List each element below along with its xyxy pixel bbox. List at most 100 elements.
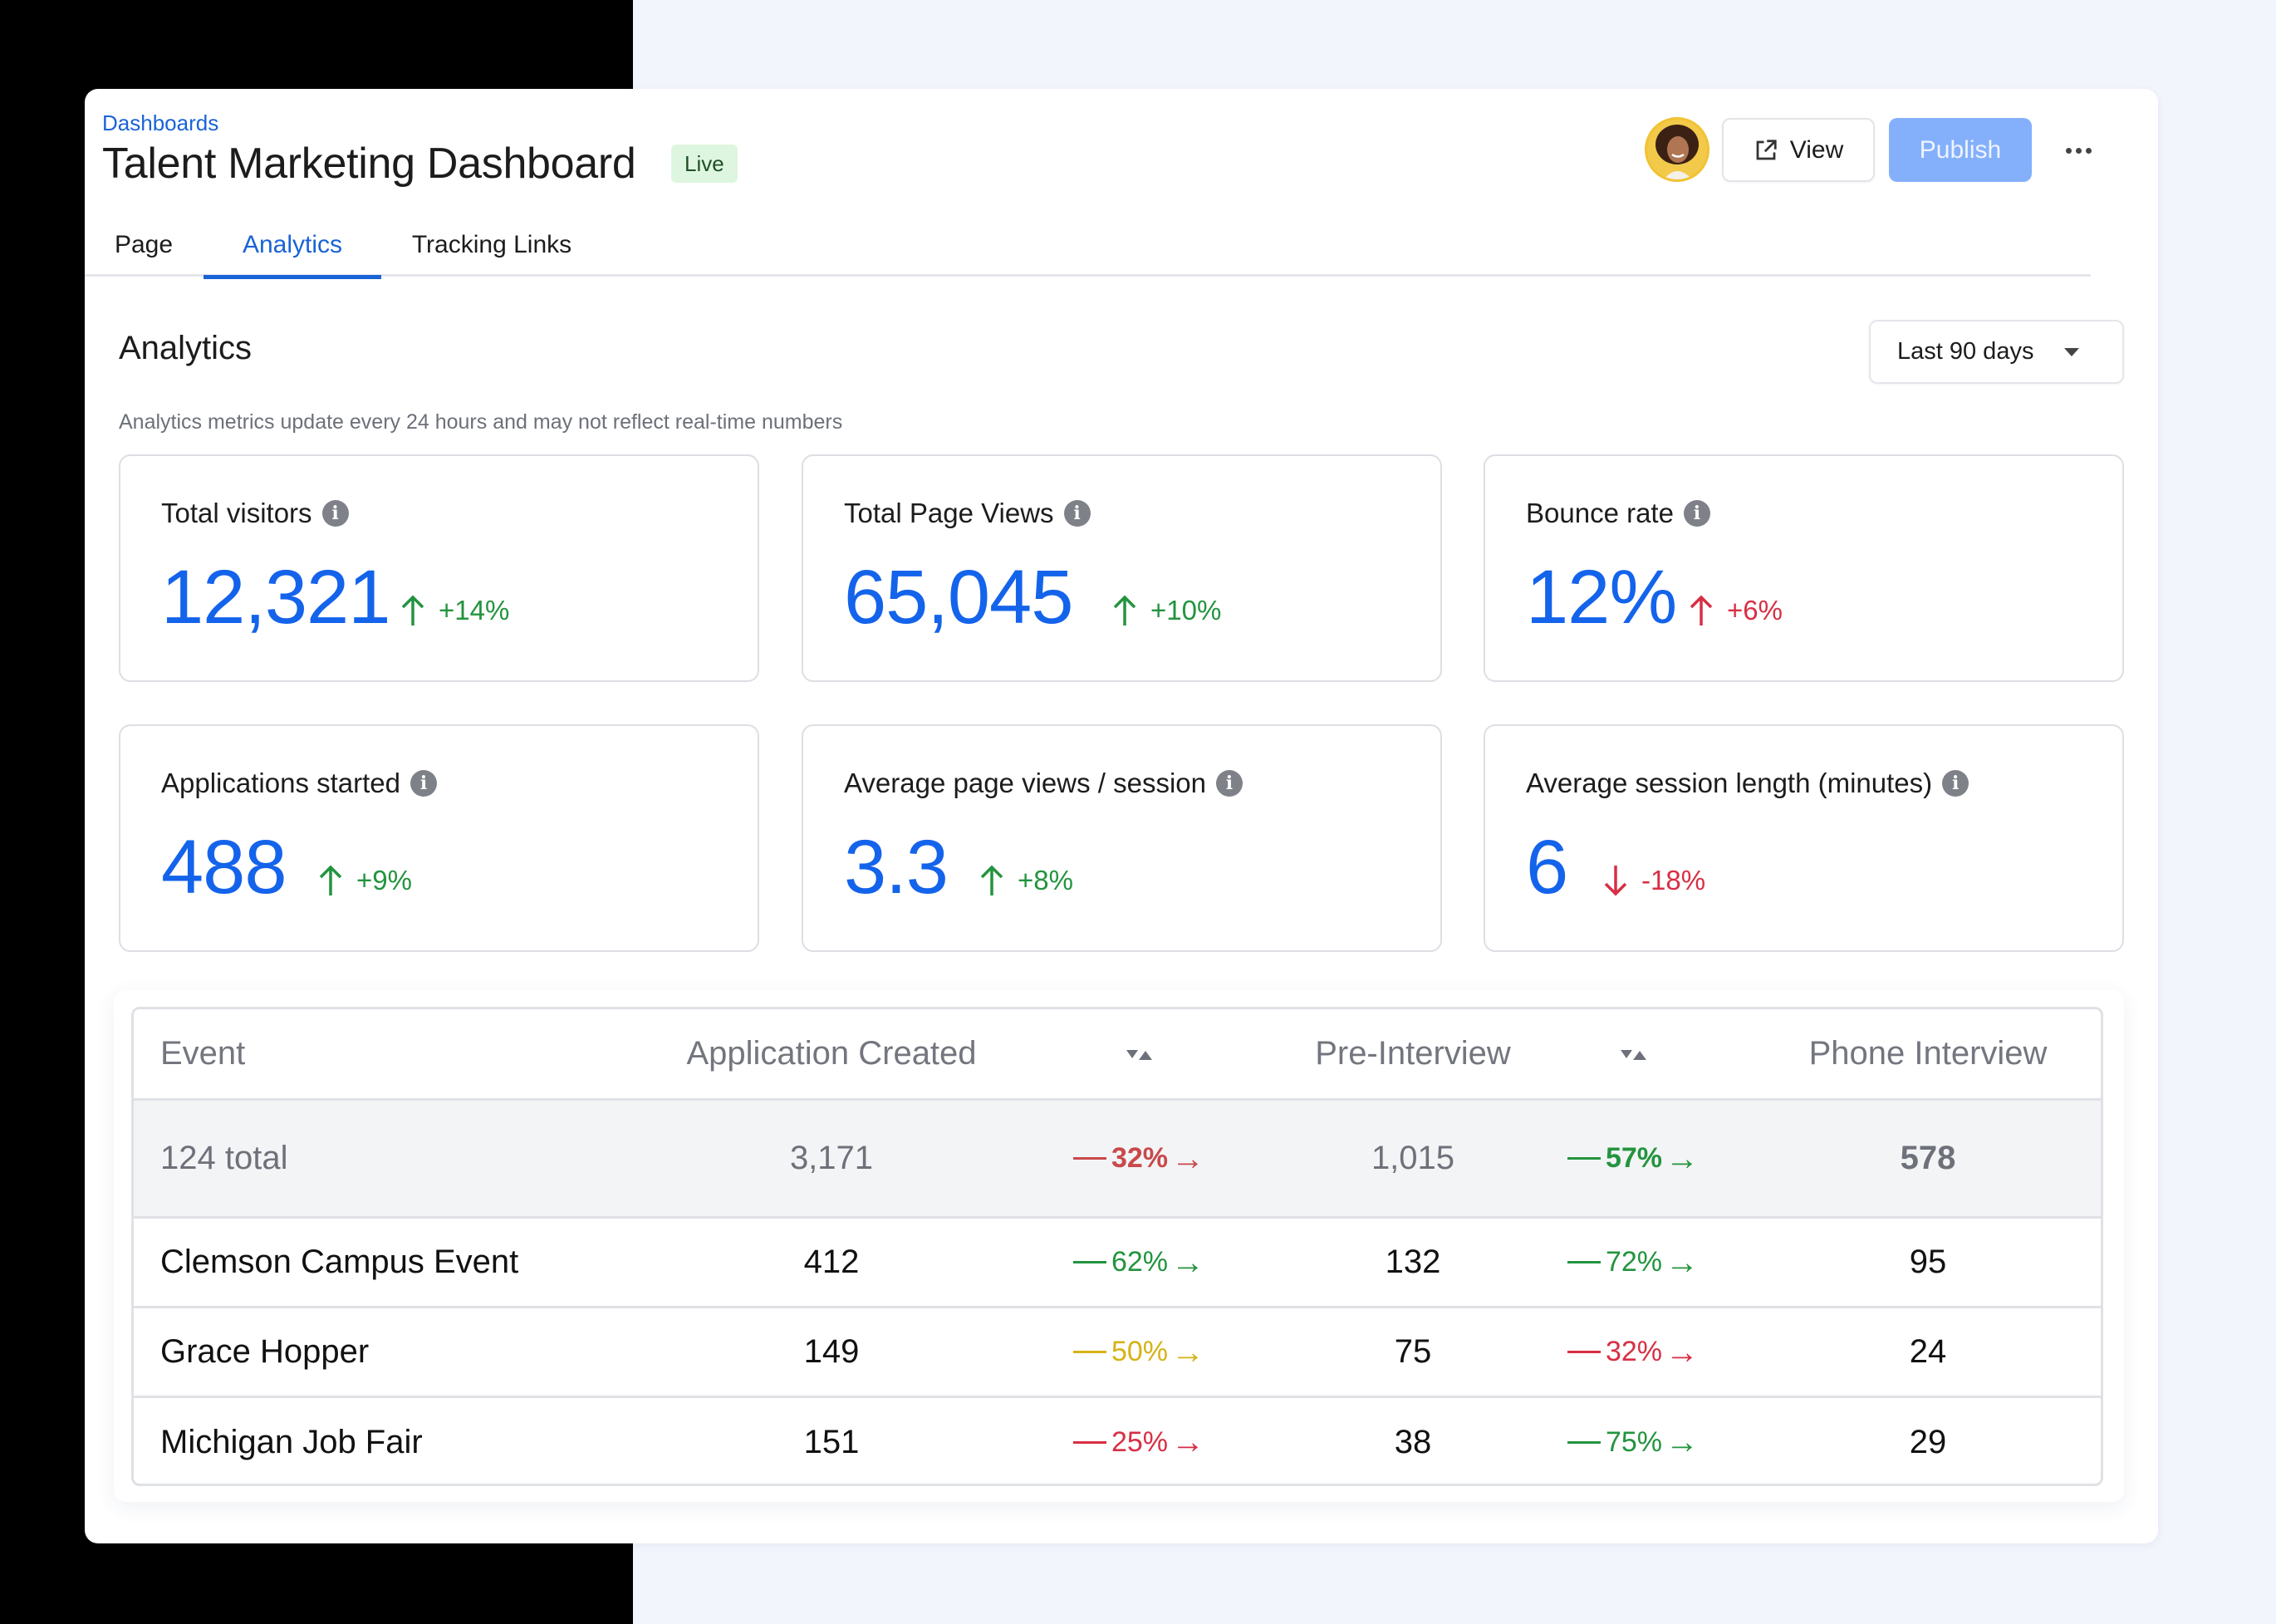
metric-card-avg-session-length: Average session length (minutes) i 6 -18% xyxy=(1484,724,2124,952)
arrow-right-icon: → xyxy=(1171,1424,1205,1460)
metric-delta: +10% xyxy=(1111,594,1221,627)
metric-delta-value: +8% xyxy=(1018,865,1073,895)
metric-value: 6 xyxy=(1526,825,1568,910)
table-row[interactable]: Michigan Job Fair 151 25% → 38 75% → 29 xyxy=(134,1398,2101,1484)
application-created: 149 xyxy=(803,1333,860,1370)
event-name: Grace Hopper xyxy=(160,1333,370,1370)
conversion-1: 62% → xyxy=(1047,1219,1230,1306)
metric-label: Average page views / session xyxy=(844,768,1206,798)
arrow-right-icon: → xyxy=(1665,1140,1700,1177)
conversion-rate: 72% → xyxy=(1567,1246,1699,1279)
avatar-portrait-icon xyxy=(1647,120,1707,179)
more-options-button[interactable] xyxy=(2058,132,2098,169)
table-row[interactable]: Clemson Campus Event 412 62% → 132 72% → 9… xyxy=(134,1219,2101,1308)
column-header-application-created[interactable]: Application Created xyxy=(649,1009,1014,1098)
conversion-1: 25% → xyxy=(1047,1398,1230,1484)
conversion-2: 75% → xyxy=(1542,1398,1724,1484)
application-created: 151 xyxy=(803,1423,860,1460)
metric-delta: +14% xyxy=(399,594,509,627)
event-funnel-panel: Event Application Created Pre-Interview … xyxy=(114,990,2124,1502)
pre-interview: 75 xyxy=(1394,1333,1432,1370)
conversion-rate: 75% → xyxy=(1567,1425,1699,1459)
event-name: Michigan Job Fair xyxy=(160,1423,423,1460)
total-pre-interview: 1,015 xyxy=(1371,1140,1455,1176)
metric-delta-value: +14% xyxy=(439,595,510,626)
more-dot-icon xyxy=(2075,147,2082,154)
info-icon[interactable]: i xyxy=(1942,770,1969,797)
arrow-right-icon: → xyxy=(1665,1333,1700,1371)
view-button[interactable]: View xyxy=(1722,118,1875,182)
conversion-1: 50% → xyxy=(1047,1308,1230,1396)
metric-card-total-page-views: Total Page Views i 65,045 +10% xyxy=(802,454,1442,682)
arrow-right-icon: → xyxy=(1171,1244,1205,1281)
table-total-row: 124 total 3,171 32% → 1,015 57% → 578 xyxy=(134,1101,2101,1219)
metric-value: 488 xyxy=(161,825,287,910)
arrow-up-icon xyxy=(401,595,424,626)
metric-value: 12,321 xyxy=(161,555,390,640)
metric-label: Total visitors xyxy=(161,498,312,528)
conversion-rate: 32% → xyxy=(1072,1140,1205,1177)
metric-delta: +9% xyxy=(316,864,412,897)
conversion-2: 32% → xyxy=(1542,1308,1724,1396)
metric-delta-value: +6% xyxy=(1727,595,1783,626)
info-icon[interactable]: i xyxy=(1215,770,1243,797)
column-header-pre-interview[interactable]: Pre-Interview xyxy=(1247,1009,1579,1098)
metric-delta: +6% xyxy=(1687,594,1783,627)
application-created: 412 xyxy=(803,1244,860,1280)
avatar[interactable] xyxy=(1645,117,1709,182)
total-conversion-2: 57% → xyxy=(1542,1101,1724,1216)
page-title: Talent Marketing Dashboard xyxy=(102,140,636,188)
phone-interview: 29 xyxy=(1909,1423,1947,1460)
breadcrumb-dashboards[interactable]: Dashboards xyxy=(102,110,218,136)
column-header-phone-interview[interactable]: Phone Interview xyxy=(1762,1009,2094,1098)
more-dot-icon xyxy=(2085,147,2092,154)
caret-down-icon xyxy=(2064,348,2079,356)
sort-toggle[interactable] xyxy=(1542,1009,1724,1098)
metric-card-avg-page-views: Average page views / session i 3.3 +8% xyxy=(802,724,1442,952)
total-conversion-1: 32% → xyxy=(1047,1101,1230,1216)
conversion-rate: 50% → xyxy=(1072,1336,1204,1369)
status-badge: Live xyxy=(671,145,738,183)
arrow-right-icon: → xyxy=(1665,1424,1700,1460)
metric-delta-value: -18% xyxy=(1641,865,1706,895)
phone-interview: 95 xyxy=(1909,1244,1947,1280)
tab-analytics[interactable]: Analytics xyxy=(204,213,381,279)
conversion-rate: 62% → xyxy=(1072,1244,1205,1281)
arrow-right-icon: → xyxy=(1665,1244,1700,1281)
metric-label: Average session length (minutes) xyxy=(1526,768,1933,798)
external-link-icon xyxy=(1756,139,1777,159)
arrow-up-icon xyxy=(980,865,1003,895)
info-icon[interactable]: i xyxy=(321,500,349,527)
metric-card-total-visitors: Total visitors i 12,321 +14% xyxy=(119,454,759,682)
date-range-select[interactable]: Last 90 days xyxy=(1869,320,2124,384)
tab-bar: Page Analytics Tracking Links xyxy=(85,213,2091,279)
publish-button[interactable]: Publish xyxy=(1889,118,2032,182)
info-icon[interactable]: i xyxy=(1683,500,1710,527)
sort-icon[interactable] xyxy=(1126,1048,1152,1060)
metric-label: Bounce rate xyxy=(1526,498,1674,528)
column-header-event[interactable]: Event xyxy=(160,1009,245,1098)
metric-delta-value: +9% xyxy=(356,865,412,895)
pre-interview: 38 xyxy=(1394,1423,1432,1460)
conversion-rate: 25% → xyxy=(1072,1424,1205,1460)
conversion-rate: 57% → xyxy=(1567,1142,1699,1175)
sort-toggle[interactable] xyxy=(1047,1009,1230,1098)
info-icon[interactable]: i xyxy=(1063,500,1091,527)
date-range-value: Last 90 days xyxy=(1897,338,2034,365)
info-icon[interactable]: i xyxy=(410,770,437,797)
metric-value: 65,045 xyxy=(844,555,1073,640)
arrow-up-icon xyxy=(319,865,342,895)
sort-icon[interactable] xyxy=(1620,1048,1646,1060)
tab-tracking-links[interactable]: Tracking Links xyxy=(396,213,587,277)
conversion-rate: 32% → xyxy=(1567,1336,1699,1369)
event-funnel-table: Event Application Created Pre-Interview … xyxy=(131,1007,2103,1486)
metric-delta: -18% xyxy=(1602,864,1705,897)
analytics-disclaimer: Analytics metrics update every 24 hours … xyxy=(119,410,843,434)
arrow-down-icon xyxy=(1604,866,1627,896)
arrow-up-icon xyxy=(1113,595,1136,626)
table-row[interactable]: Grace Hopper 149 50% → 75 32% → 24 xyxy=(134,1308,2101,1398)
table-header-row: Event Application Created Pre-Interview … xyxy=(134,1009,2101,1101)
metric-delta: +8% xyxy=(978,864,1073,897)
tab-page[interactable]: Page xyxy=(85,213,203,277)
arrow-right-icon: → xyxy=(1171,1140,1205,1177)
